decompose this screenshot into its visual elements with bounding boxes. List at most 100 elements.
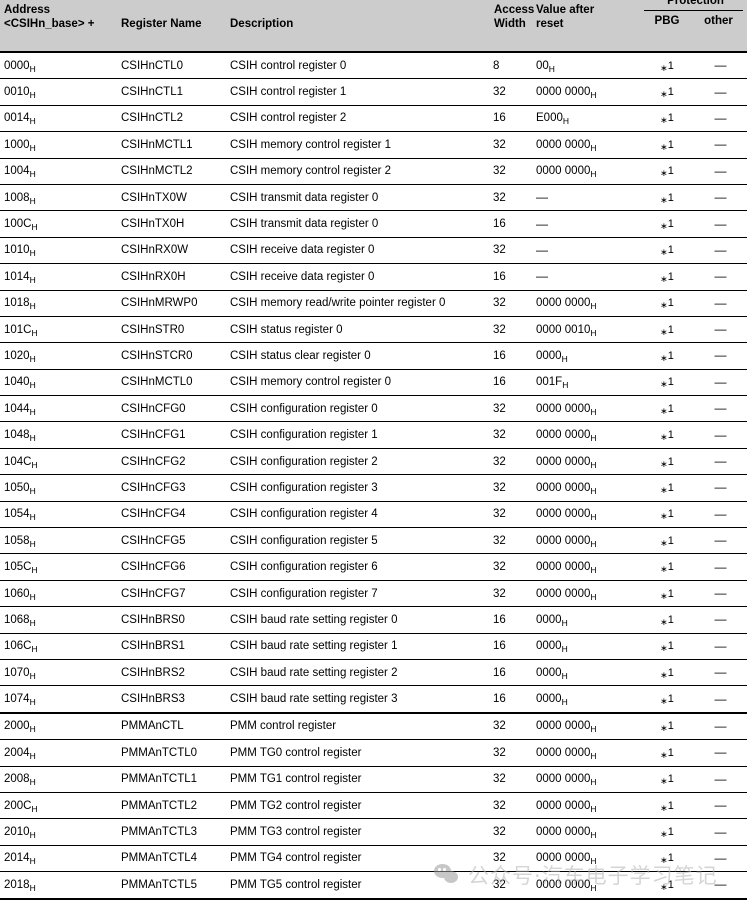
cell-register-name: CSIHnCFG4 xyxy=(117,501,226,529)
asterisk-icon: ∗ xyxy=(660,616,668,627)
hex-subscript: H xyxy=(29,882,36,893)
hex-subscript: H xyxy=(29,274,36,285)
hex-subscript: H xyxy=(29,380,36,391)
footnote-marker: ∗1 xyxy=(660,799,674,813)
hex-subscript: H xyxy=(590,485,597,496)
cell-access-width: 32 xyxy=(490,184,532,212)
cell-address: 1074H xyxy=(0,685,117,714)
footnote-marker: ∗1 xyxy=(660,455,674,469)
asterisk-icon: ∗ xyxy=(660,776,668,787)
table-row: 1004H CSIHnMCTL2 CSIH memory control regis… xyxy=(0,158,747,185)
hex-subscript: H xyxy=(29,353,36,364)
footnote-marker: ∗1 xyxy=(660,218,674,232)
cell-description: CSIH control register 0 xyxy=(226,52,490,80)
cell-register-name: CSIHnMRWP0 xyxy=(117,290,226,317)
cell-protection-pbg: ∗1 xyxy=(640,792,694,820)
cell-description: CSIH configuration register 3 xyxy=(226,474,490,502)
dash-glyph: — xyxy=(714,137,727,152)
column-header-value-after-reset: Value after reset xyxy=(532,0,640,53)
hex-subscript: H xyxy=(29,697,36,708)
hex-subscript: H xyxy=(29,63,36,74)
cell-protection-other: — xyxy=(694,871,747,900)
cell-access-width: 32 xyxy=(490,316,532,344)
cell-register-name: CSIHnTX0W xyxy=(117,184,226,212)
cell-protection-other: — xyxy=(694,659,747,687)
cell-protection-other: — xyxy=(694,739,747,767)
column-header-access-width: Access Width xyxy=(490,0,534,53)
cell-value-after-reset: 0000 0000H xyxy=(532,474,640,502)
asterisk-icon: ∗ xyxy=(660,564,668,575)
cell-description: PMM TG2 control register xyxy=(226,792,490,820)
hex-subscript: H xyxy=(29,248,36,259)
footnote-marker: ∗1 xyxy=(660,191,674,205)
cell-protection-pbg: ∗1 xyxy=(640,210,694,238)
cell-protection-other: — xyxy=(694,105,747,133)
cell-value-after-reset: 0000 0000H xyxy=(532,580,640,608)
cell-address: 2014H xyxy=(0,845,117,873)
table-row: 1054H CSIHnCFG4 CSIH configuration registe… xyxy=(0,501,747,529)
cell-protection-other: — xyxy=(694,501,747,529)
hex-subscript: H xyxy=(29,90,36,101)
cell-address: 104CH xyxy=(0,448,117,476)
hex-subscript: H xyxy=(29,830,36,841)
hex-subscript: H xyxy=(29,591,36,602)
footnote-marker: ∗1 xyxy=(660,429,674,443)
cell-protection-other: — xyxy=(694,316,747,344)
cell-description: CSIH control register 1 xyxy=(226,78,490,106)
column-header-protection-group: Protection PBG other xyxy=(640,0,747,53)
asterisk-icon: ∗ xyxy=(660,802,668,813)
footnote-marker: ∗1 xyxy=(660,826,674,840)
cell-access-width: 16 xyxy=(490,263,532,291)
cell-description: CSIH status register 0 xyxy=(226,316,490,344)
cell-access-width: 32 xyxy=(490,78,532,106)
dash-glyph: — xyxy=(536,242,548,257)
hex-subscript: H xyxy=(31,644,38,655)
dash-glyph: — xyxy=(714,163,727,178)
cell-protection-other: — xyxy=(694,448,747,476)
cell-value-after-reset: 0000 0000H xyxy=(532,766,640,793)
footnote-marker: ∗1 xyxy=(660,561,674,575)
cell-value-after-reset: 0000 0000H xyxy=(532,818,640,846)
cell-address: 2004H xyxy=(0,739,117,767)
cell-protection-pbg: ∗1 xyxy=(640,633,694,660)
table-row: 1050H CSIHnCFG3 CSIH configuration registe… xyxy=(0,474,747,502)
cell-address: 0014H xyxy=(0,105,117,133)
dash-glyph: — xyxy=(714,533,727,548)
table-row: 100CH CSIHnTX0H CSIH transmit data registe… xyxy=(0,210,747,238)
cell-address: 1010H xyxy=(0,237,117,265)
asterisk-icon: ∗ xyxy=(660,458,668,469)
asterisk-icon: ∗ xyxy=(660,723,668,734)
hex-subscript: H xyxy=(29,142,36,153)
cell-value-after-reset: E000H xyxy=(532,105,640,133)
cell-protection-pbg: ∗1 xyxy=(640,527,694,555)
cell-protection-pbg: ∗1 xyxy=(640,871,694,900)
asterisk-icon: ∗ xyxy=(660,221,668,232)
hex-subscript: H xyxy=(590,90,597,101)
cell-value-after-reset: 0000 0000H xyxy=(532,78,640,106)
cell-value-after-reset: 00H xyxy=(532,52,640,80)
asterisk-icon: ∗ xyxy=(660,141,668,152)
cell-protection-other: — xyxy=(694,766,747,793)
hex-subscript: H xyxy=(29,538,36,549)
footnote-marker: ∗1 xyxy=(660,244,674,258)
cell-description: CSIH baud rate setting register 1 xyxy=(226,633,490,660)
cell-description: CSIH memory control register 2 xyxy=(226,158,490,185)
cell-value-after-reset: 0000 0000H xyxy=(532,739,640,767)
footnote-marker: ∗1 xyxy=(660,878,674,892)
cell-access-width: 32 xyxy=(490,711,532,741)
table-row: 1040H CSIHnMCTL0 CSIH memory control regis… xyxy=(0,369,747,397)
cell-value-after-reset: 001FH xyxy=(532,369,640,397)
cell-register-name: CSIHnMCTL2 xyxy=(117,158,226,185)
cell-protection-other: — xyxy=(694,158,747,185)
footnote-marker: ∗1 xyxy=(660,376,674,390)
hex-subscript: H xyxy=(31,327,38,338)
hex-subscript: H xyxy=(31,565,38,576)
cell-description: CSIH memory control register 1 xyxy=(226,131,490,159)
cell-address: 2010H xyxy=(0,818,117,846)
asterisk-icon: ∗ xyxy=(660,749,668,760)
cell-value-after-reset: — xyxy=(532,237,640,265)
footnote-marker: ∗1 xyxy=(660,746,674,760)
asterisk-icon: ∗ xyxy=(660,829,668,840)
dash-glyph: — xyxy=(714,798,727,813)
cell-register-name: CSIHnCFG7 xyxy=(117,580,226,608)
